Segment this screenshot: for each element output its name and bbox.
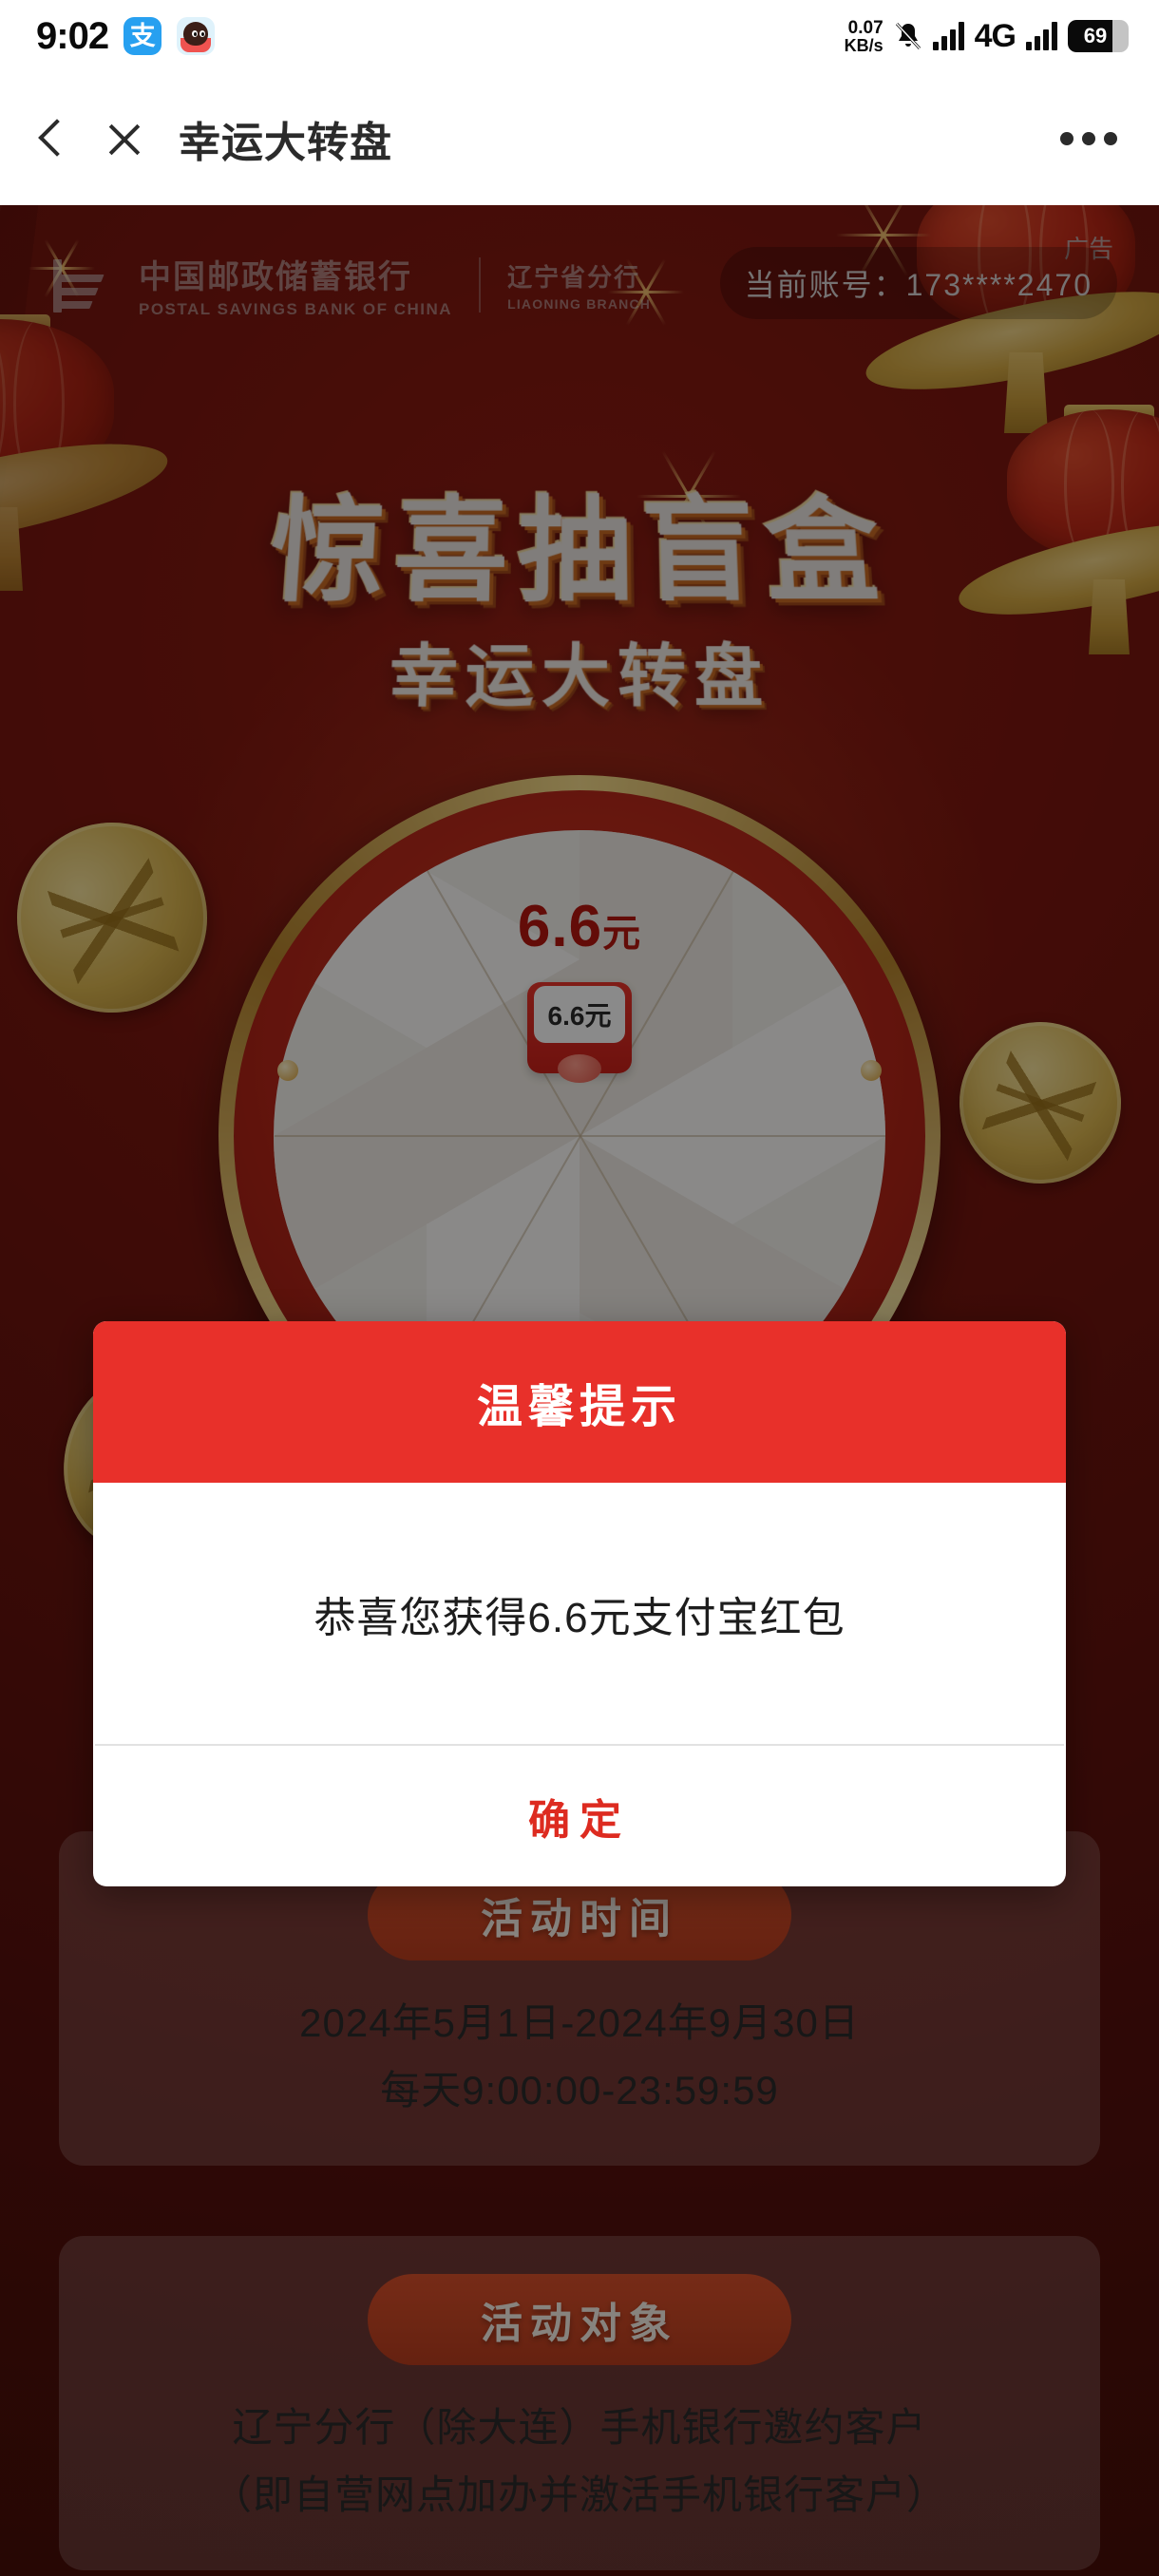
page-title: 幸运大转盘 xyxy=(179,120,392,166)
dialog-message: 恭喜您获得6.6元支付宝红包 xyxy=(314,1594,846,1641)
close-icon[interactable] xyxy=(97,112,150,165)
alipay-app-icon: 支 xyxy=(124,17,162,55)
dialog-body: 恭喜您获得6.6元支付宝红包 xyxy=(93,1483,1066,1744)
dialog-confirm-button[interactable]: 确定 xyxy=(93,1746,1066,1886)
character-app-icon xyxy=(177,17,216,55)
battery-indicator: 69 xyxy=(1068,20,1129,52)
status-bar: 9:02 支 0.07 KB/s 4G 69 xyxy=(0,0,1159,72)
dialog-header: 温馨提示 xyxy=(93,1321,1066,1483)
prize-result-dialog: 温馨提示 恭喜您获得6.6元支付宝红包 确定 xyxy=(93,1321,1066,1886)
status-bar-left: 9:02 支 xyxy=(36,14,216,58)
bell-slash-icon xyxy=(894,21,922,51)
network-speed-unit: KB/s xyxy=(844,35,884,55)
status-bar-right: 0.07 KB/s 4G 69 xyxy=(845,18,1129,55)
signal-bars-icon xyxy=(932,22,964,50)
network-speed-indicator: 0.07 KB/s xyxy=(845,19,884,54)
status-time: 9:02 xyxy=(36,14,109,57)
activity-page: 中国邮政储蓄银行 POSTAL SAVINGS BANK OF CHINA 辽宁… xyxy=(0,205,1159,2576)
network-speed-value: 0.07 xyxy=(847,17,884,38)
dialog-title: 温馨提示 xyxy=(476,1382,682,1432)
battery-percent: 69 xyxy=(1083,24,1108,47)
chevron-left-icon[interactable] xyxy=(25,112,78,165)
navigation-bar: 幸运大转盘 xyxy=(0,72,1159,205)
more-dots-icon[interactable] xyxy=(1060,132,1117,145)
signal-bars-icon-2 xyxy=(1026,22,1057,50)
network-type-label: 4G xyxy=(974,17,1016,54)
alipay-glyph: 支 xyxy=(129,21,156,50)
